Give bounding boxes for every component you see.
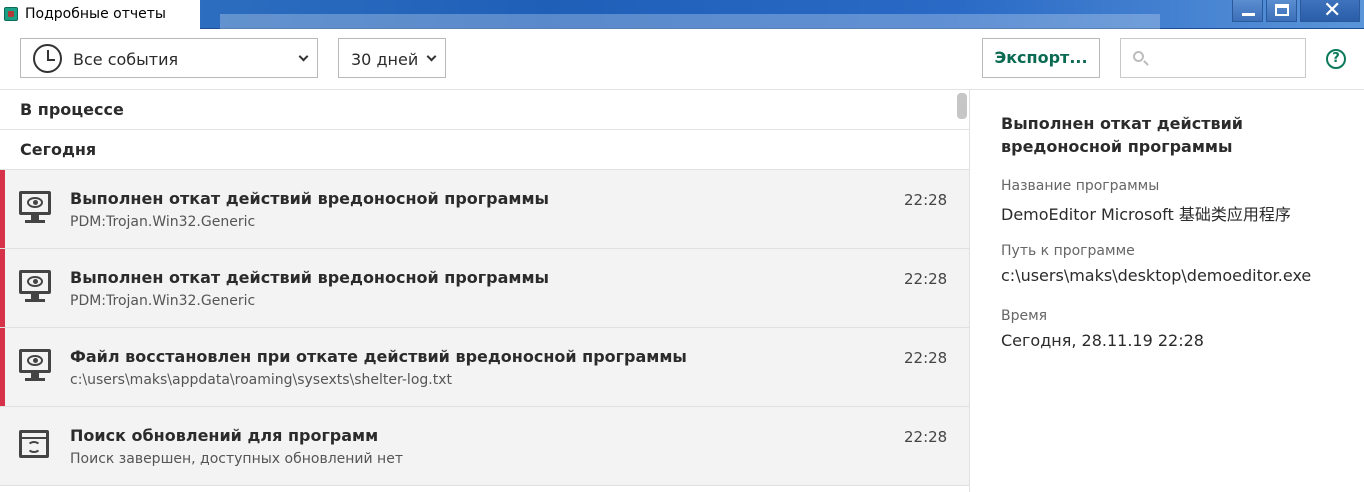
event-title: Поиск обновлений для программ <box>70 426 379 445</box>
time-value: Сегодня, 28.11.19 22:28 <box>1001 331 1204 350</box>
chevron-down-icon <box>298 49 309 63</box>
background-window-strip <box>220 14 1160 29</box>
event-time: 22:28 <box>904 349 948 367</box>
update-icon <box>19 428 51 462</box>
event-subtitle: PDM:Trojan.Win32.Generic <box>70 293 256 309</box>
event-title: Выполнен откат действий вредоносной прог… <box>70 268 550 287</box>
window-titlebar: Подробные отчеты ✕ <box>0 0 1364 29</box>
event-subtitle: Поиск завершен, доступных обновлений нет <box>70 451 403 467</box>
program-name-label: Название программы <box>1001 178 1160 194</box>
detail-pane: Выполнен откат действий вредоносной прог… <box>971 90 1364 492</box>
monitor-eye-icon <box>19 349 51 383</box>
event-time: 22:28 <box>904 191 948 209</box>
detail-title: Выполнен откат действий вредоносной прог… <box>1001 114 1244 156</box>
export-button[interactable]: Экспорт... <box>982 38 1100 78</box>
program-name-value: DemoEditor Microsoft 基础类应用程序 <box>1001 205 1291 224</box>
event-row[interactable]: Поиск обновлений для программ Поиск заве… <box>0 407 969 486</box>
event-filter-value: Все события <box>73 50 179 69</box>
event-subtitle: PDM:Trojan.Win32.Generic <box>70 214 256 230</box>
minimize-button[interactable] <box>1232 0 1263 22</box>
search-input[interactable] <box>1155 47 1300 69</box>
event-row[interactable]: Файл восстановлен при откате действий вр… <box>0 328 969 407</box>
close-icon: ✕ <box>1323 0 1342 23</box>
event-filter-select[interactable]: Все события <box>20 38 318 78</box>
maximize-button[interactable] <box>1266 0 1297 22</box>
monitor-eye-icon <box>19 270 51 304</box>
help-icon[interactable]: ? <box>1326 49 1346 69</box>
maximize-icon <box>1275 4 1289 16</box>
app-icon <box>4 7 18 21</box>
chevron-down-icon <box>426 49 437 63</box>
group-in-progress[interactable]: В процессе <box>0 90 969 130</box>
search-icon <box>1133 51 1144 62</box>
period-filter-select[interactable]: 30 дней <box>338 38 446 78</box>
event-row[interactable]: Выполнен откат действий вредоносной прог… <box>0 170 969 249</box>
list-scrollbar[interactable] <box>957 93 967 119</box>
group-today[interactable]: Сегодня <box>0 130 969 170</box>
search-box[interactable] <box>1120 38 1306 78</box>
toolbar: Все события 30 дней Экспорт... ? <box>0 29 1364 90</box>
event-list: В процессе Сегодня Выполнен откат действ… <box>0 90 970 492</box>
event-row[interactable]: Выполнен откат действий вредоносной прог… <box>0 249 969 328</box>
event-time: 22:28 <box>904 428 948 446</box>
clock-icon <box>33 44 62 73</box>
program-path-label: Путь к программе <box>1001 243 1135 259</box>
event-title: Файл восстановлен при откате действий вр… <box>70 347 687 366</box>
period-filter-value: 30 дней <box>351 50 419 69</box>
event-time: 22:28 <box>904 270 948 288</box>
close-button[interactable]: ✕ <box>1300 0 1360 23</box>
event-title: Выполнен откат действий вредоносной прог… <box>70 189 550 208</box>
minimize-icon <box>1242 13 1255 16</box>
program-path-value: c:\users\maks\desktop\demoeditor.exe <box>1001 266 1312 285</box>
time-label: Время <box>1001 308 1048 324</box>
monitor-eye-icon <box>19 191 51 225</box>
window-title: Подробные отчеты <box>25 6 166 22</box>
event-subtitle: c:\users\maks\appdata\roaming\sysexts\sh… <box>70 372 452 388</box>
